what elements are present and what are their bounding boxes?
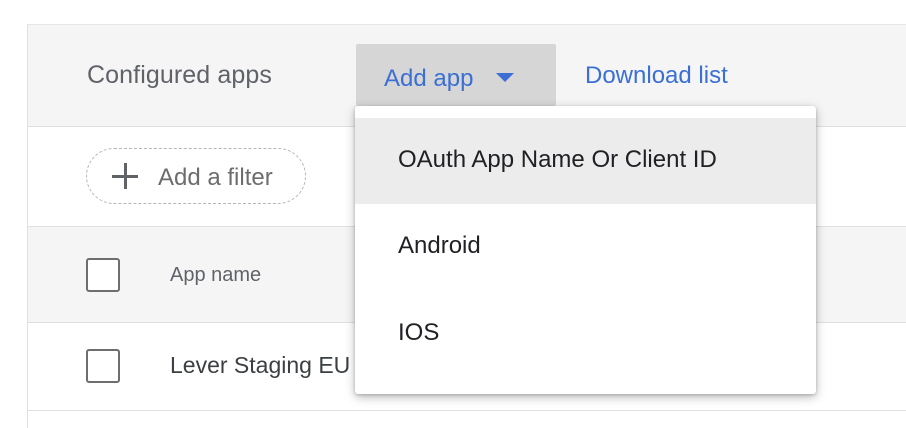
add-filter-button[interactable]: Add a filter bbox=[86, 148, 306, 204]
row-checkbox[interactable] bbox=[86, 349, 120, 383]
plus-icon bbox=[112, 163, 138, 189]
caret-down-icon bbox=[496, 73, 514, 82]
column-header-app-name[interactable]: App name bbox=[170, 264, 261, 287]
select-all-checkbox[interactable] bbox=[86, 258, 120, 292]
menu-item-oauth-app[interactable]: OAuth App Name Or Client ID bbox=[355, 118, 816, 204]
download-list-link[interactable]: Download list bbox=[585, 62, 728, 90]
add-filter-label: Add a filter bbox=[158, 164, 273, 191]
menu-item-android[interactable]: Android bbox=[355, 204, 816, 290]
add-app-label: Add app bbox=[384, 65, 474, 92]
add-app-dropdown-menu: OAuth App Name Or Client ID Android IOS bbox=[355, 106, 816, 394]
page-title: Configured apps bbox=[87, 61, 272, 89]
menu-item-label: IOS bbox=[398, 319, 440, 346]
add-app-button[interactable]: Add app bbox=[356, 44, 556, 106]
app-name-cell[interactable]: Lever Staging EU bbox=[170, 352, 350, 379]
menu-item-ios[interactable]: IOS bbox=[355, 291, 816, 377]
menu-item-label: Android bbox=[398, 232, 481, 259]
menu-item-label: OAuth App Name Or Client ID bbox=[398, 146, 717, 173]
